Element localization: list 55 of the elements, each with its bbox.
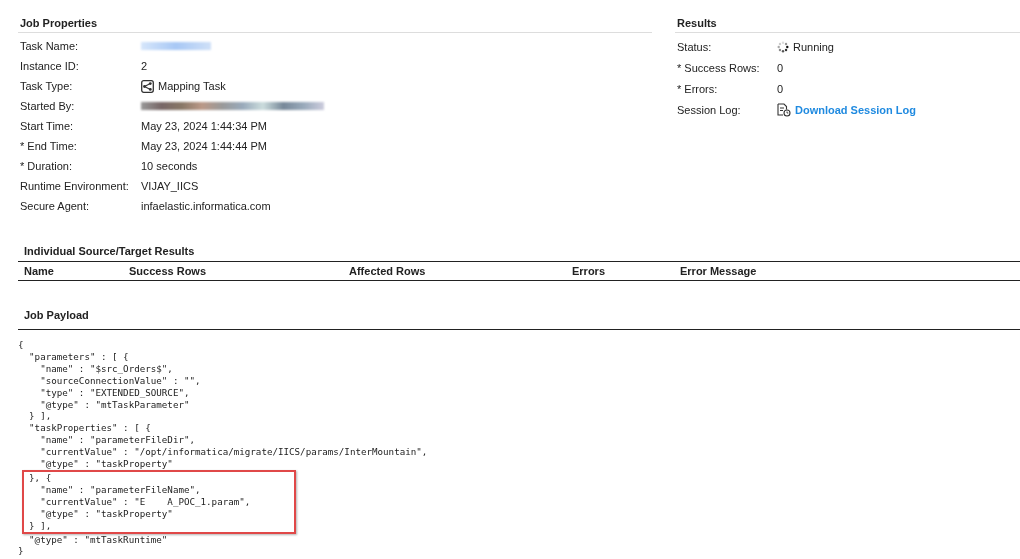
mapping-task-icon [141,79,154,93]
section-title: Individual Source/Target Results [23,244,196,259]
field-value: 0 [777,82,784,95]
code-line: }, { [28,471,53,484]
field-label: Secure Agent: [20,200,91,212]
field-value: 2 [141,60,148,72]
field-label: * Success Rows: [677,61,761,74]
field-label: * Duration: [20,160,73,172]
status-value: Running [793,40,834,53]
code-line: "name" : "$src_Orders$", [39,362,174,375]
code-line: } ], [28,410,53,423]
column-header: Success Rows [129,265,208,277]
code-line: "parameters" : [ { [28,350,130,363]
code-line: "currentValue" : "E A_POC_1.param", [39,495,252,508]
field-value: infaelastic.informatica.com [141,200,271,212]
code-line: "name" : "parameterFileName", [39,483,202,496]
code-line: } ], [28,519,53,532]
column-header: Error Message [680,265,758,277]
section-title: Job Properties [18,14,652,33]
field-label: * End Time: [20,140,78,152]
code-line: } [18,545,25,558]
spinner-icon [777,40,789,53]
field-label: Started By: [20,100,76,112]
code-line: "sourceConnectionValue" : "", [39,374,202,387]
code-line: { [18,339,25,351]
field-label: Instance ID: [20,60,80,72]
field-label: Runtime Environment: [20,180,130,192]
column-header: Errors [572,265,607,277]
code-line: "@type" : "mtTaskParameter" [39,398,191,411]
code-line: "currentValue" : "/opt/informatica/migrate/IICS/params/InterMountain", [39,446,429,459]
field-label: * Errors: [677,82,719,95]
field-value: VIJAY_IICS [141,180,199,192]
code-line: "name" : "parameterFileDir", [39,434,196,447]
code-line: "@type" : "mtTaskRuntime" [28,533,169,546]
redacted-value [141,42,211,50]
code-line: "type" : "EXTENDED_SOURCE", [39,386,191,399]
field-value: 10 seconds [141,160,198,172]
column-header: Name [23,265,55,277]
field-value: 0 [777,61,784,74]
field-label: Task Name: [20,40,80,52]
section-title: Job Payload [18,301,1020,330]
field-value: May 23, 2024 1:44:44 PM [141,140,267,152]
field-label: Session Log: [677,103,742,116]
code-line: "@type" : "taskProperty" [39,458,174,470]
log-file-icon [777,102,791,117]
download-link[interactable]: Download Session Log [795,103,916,116]
section-title: Results [675,14,1020,33]
field-label: Start Time: [20,120,75,132]
code-line: "taskProperties" : [ { [28,422,152,435]
field-label: Status: [677,40,713,53]
code-line: "@type" : "taskProperty" [39,507,174,520]
column-header: Affected Rows [349,265,427,277]
field-value: Mapping Task [158,80,226,92]
field-label: Task Type: [20,80,74,92]
field-value: May 23, 2024 1:44:34 PM [141,120,267,132]
